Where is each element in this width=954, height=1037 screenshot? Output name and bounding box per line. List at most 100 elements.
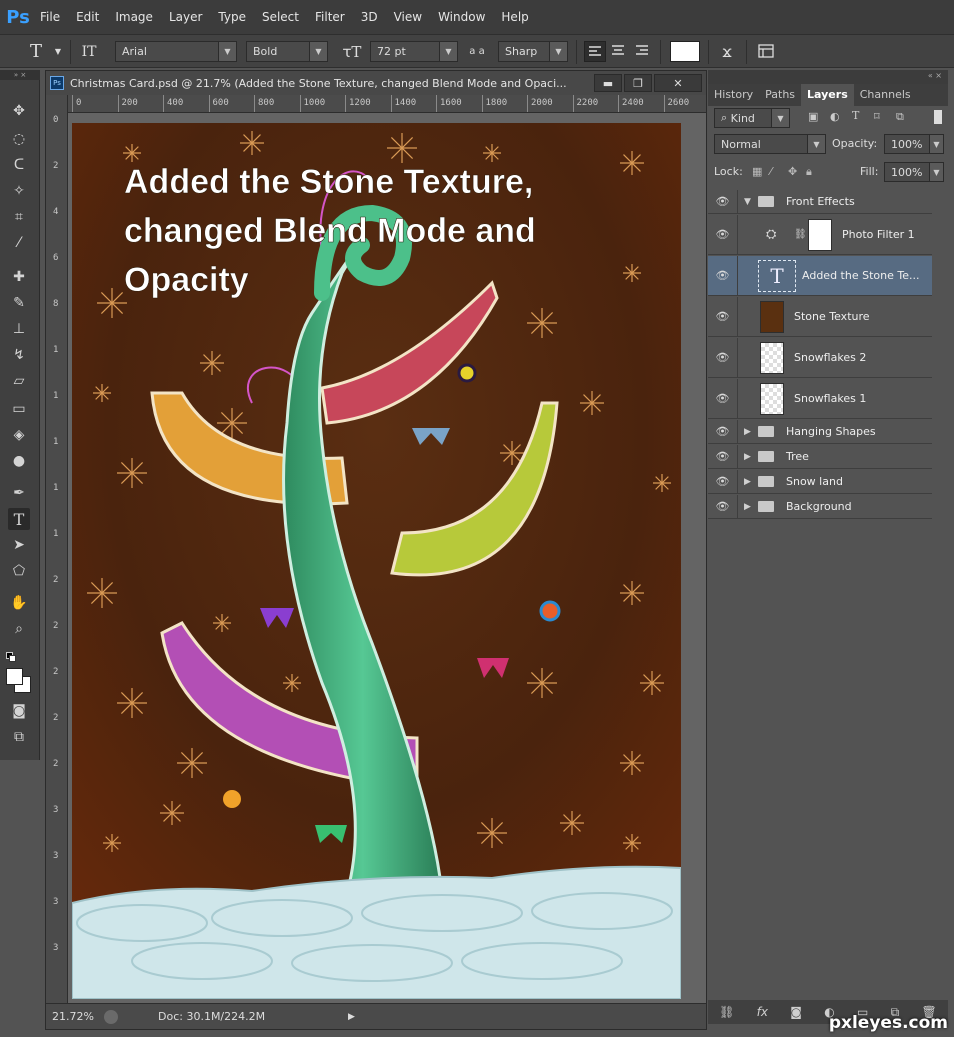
minimize-button[interactable]: ▬	[594, 74, 622, 92]
menu-image[interactable]: Image	[107, 10, 161, 24]
artwork-canvas[interactable]: Added the Stone Texture, changed Blend M…	[72, 123, 681, 999]
eye-icon[interactable]: 👁︎	[708, 495, 738, 518]
canvas-area[interactable]: Added the Stone Texture, changed Blend M…	[68, 113, 706, 1003]
lock-position-icon[interactable]: ✥	[788, 165, 797, 178]
layer-front-effects[interactable]: 👁︎ ▼ Front Effects	[708, 190, 932, 214]
mask-icon[interactable]: ◙	[790, 1005, 802, 1019]
eye-icon[interactable]: 👁︎	[708, 420, 738, 443]
menu-edit[interactable]: Edit	[68, 10, 107, 24]
crop-tool-icon[interactable]: ⌗	[8, 206, 30, 228]
layer-snowflakes-2[interactable]: 👁︎ Snowflakes 2	[708, 338, 932, 378]
lock-pixels-icon[interactable]: ⁄	[770, 165, 772, 178]
expand-closed-icon[interactable]: ▶	[744, 427, 751, 437]
menu-window[interactable]: Window	[430, 10, 493, 24]
foreground-color-swatch[interactable]	[6, 668, 23, 685]
eye-icon[interactable]: 👁︎	[708, 338, 738, 377]
tab-paths[interactable]: Paths	[759, 84, 801, 106]
document-tab[interactable]: Ps Christmas Card.psd @ 21.7% (Added the…	[46, 71, 706, 95]
menu-type[interactable]: Type	[210, 10, 254, 24]
eraser-icon[interactable]: ▱	[8, 370, 30, 392]
layer-stone-texture[interactable]: 👁︎ Stone Texture	[708, 297, 932, 337]
chevron-down-icon[interactable]: ▼	[52, 41, 64, 62]
layer-text-selected[interactable]: 👁︎ T Added the Stone Te...	[708, 256, 932, 296]
default-colors-icon[interactable]	[6, 652, 18, 664]
hand-tool-icon[interactable]: ✋	[8, 592, 30, 614]
eye-icon[interactable]: 👁︎	[708, 190, 738, 213]
tab-layers[interactable]: Layers	[801, 84, 854, 106]
expand-closed-icon[interactable]: ▶	[744, 452, 751, 462]
eye-icon[interactable]: 👁︎	[708, 470, 738, 493]
menu-view[interactable]: View	[386, 10, 430, 24]
opacity-field[interactable]: 100% ▼	[884, 134, 944, 154]
history-brush-icon[interactable]: ↯	[8, 344, 30, 366]
eye-icon[interactable]: 👁︎	[708, 297, 738, 336]
layer-snowflakes-1[interactable]: 👁︎ Snowflakes 1	[708, 379, 932, 419]
close-button[interactable]: ✕	[654, 74, 702, 92]
filter-shape-icon[interactable]: ⌑	[874, 110, 880, 123]
lock-transparent-icon[interactable]: ▦	[752, 165, 762, 178]
eye-icon[interactable]: 👁︎	[708, 445, 738, 468]
filter-toggle[interactable]	[934, 110, 942, 124]
expand-closed-icon[interactable]: ▶	[744, 477, 751, 487]
screen-mode-icon[interactable]: ⧉	[8, 726, 30, 748]
align-right-button[interactable]	[632, 41, 654, 62]
eyedropper-icon[interactable]: ⁄	[8, 232, 30, 254]
filter-smart-object-icon[interactable]: ⧉	[896, 110, 904, 124]
text-color-swatch[interactable]	[670, 41, 700, 62]
filter-adjustment-icon[interactable]: ◐	[830, 110, 840, 123]
menu-help[interactable]: Help	[493, 10, 536, 24]
move-tool-icon[interactable]: ✥	[8, 100, 30, 122]
eye-icon[interactable]: 👁︎	[708, 256, 738, 295]
layer-snow-land[interactable]: 👁︎ ▶ Snow land	[708, 470, 932, 494]
warp-text-icon[interactable]: ϫ	[716, 41, 738, 62]
menu-filter[interactable]: Filter	[307, 10, 353, 24]
clone-stamp-icon[interactable]: ⊥	[8, 318, 30, 340]
mask-thumbnail[interactable]	[808, 219, 832, 251]
type-tool-icon[interactable]: T	[8, 508, 30, 530]
tab-history[interactable]: History	[708, 84, 759, 106]
eye-icon[interactable]: 👁︎	[708, 215, 738, 254]
zoom-level[interactable]: 21.72%	[52, 1010, 104, 1023]
align-center-button[interactable]	[608, 41, 630, 62]
filter-kind-dropdown[interactable]: ⌕ Kind ▼	[714, 108, 790, 128]
character-panel-button[interactable]	[756, 41, 778, 62]
lock-all-icon[interactable]: 🔒︎	[806, 165, 812, 179]
color-swatches[interactable]	[6, 668, 32, 694]
shape-tool-icon[interactable]: ⬠	[8, 560, 30, 582]
maximize-button[interactable]: ❐	[624, 74, 652, 92]
menu-layer[interactable]: Layer	[161, 10, 210, 24]
path-selection-icon[interactable]: ➤	[8, 534, 30, 556]
fx-icon[interactable]: fx	[757, 1005, 768, 1019]
brush-tool-icon[interactable]: ✎	[8, 292, 30, 314]
layer-photo-filter-1[interactable]: 👁︎ ⛭ ⛓ Photo Filter 1	[708, 215, 932, 255]
expand-closed-icon[interactable]: ▶	[744, 502, 751, 512]
blend-mode-dropdown[interactable]: Normal ▼	[714, 134, 826, 154]
align-left-button[interactable]	[584, 41, 606, 62]
marquee-tool-icon[interactable]: ◌	[8, 128, 30, 150]
quick-mask-icon[interactable]: ◙	[8, 700, 30, 722]
font-size-dropdown[interactable]: 72 pt ▼	[370, 41, 458, 62]
filter-type-icon[interactable]: T	[852, 109, 859, 122]
filter-pixel-icon[interactable]: ▣	[808, 110, 818, 123]
layer-background[interactable]: 👁︎ ▶ Background	[708, 495, 932, 519]
layer-hanging-shapes[interactable]: 👁︎ ▶ Hanging Shapes	[708, 420, 932, 444]
menu-3d[interactable]: 3D	[353, 10, 386, 24]
menu-file[interactable]: File	[32, 10, 68, 24]
pen-tool-icon[interactable]: ✒	[8, 482, 30, 504]
font-family-dropdown[interactable]: Arial ▼	[115, 41, 237, 62]
blur-tool-icon[interactable]: ◈	[8, 424, 30, 446]
anti-alias-dropdown[interactable]: Sharp ▼	[498, 41, 568, 62]
layer-tree[interactable]: 👁︎ ▶ Tree	[708, 445, 932, 469]
tab-channels[interactable]: Channels	[854, 84, 917, 106]
lasso-tool-icon[interactable]: ᑕ	[8, 154, 30, 176]
dodge-tool-icon[interactable]: ●	[8, 450, 30, 472]
magic-wand-icon[interactable]: ✧	[8, 180, 30, 202]
panel-collapse-icon[interactable]: » ×	[0, 70, 40, 80]
eye-icon[interactable]: 👁︎	[708, 379, 738, 418]
link-icon[interactable]: ⛓	[794, 229, 807, 240]
link-icon[interactable]: ⛓	[719, 1005, 734, 1019]
fill-field[interactable]: 100% ▼	[884, 162, 944, 182]
font-style-dropdown[interactable]: Bold ▼	[246, 41, 328, 62]
status-menu-arrow-icon[interactable]: ▶	[348, 1012, 355, 1022]
type-tool-preset-icon[interactable]: T	[22, 41, 50, 62]
